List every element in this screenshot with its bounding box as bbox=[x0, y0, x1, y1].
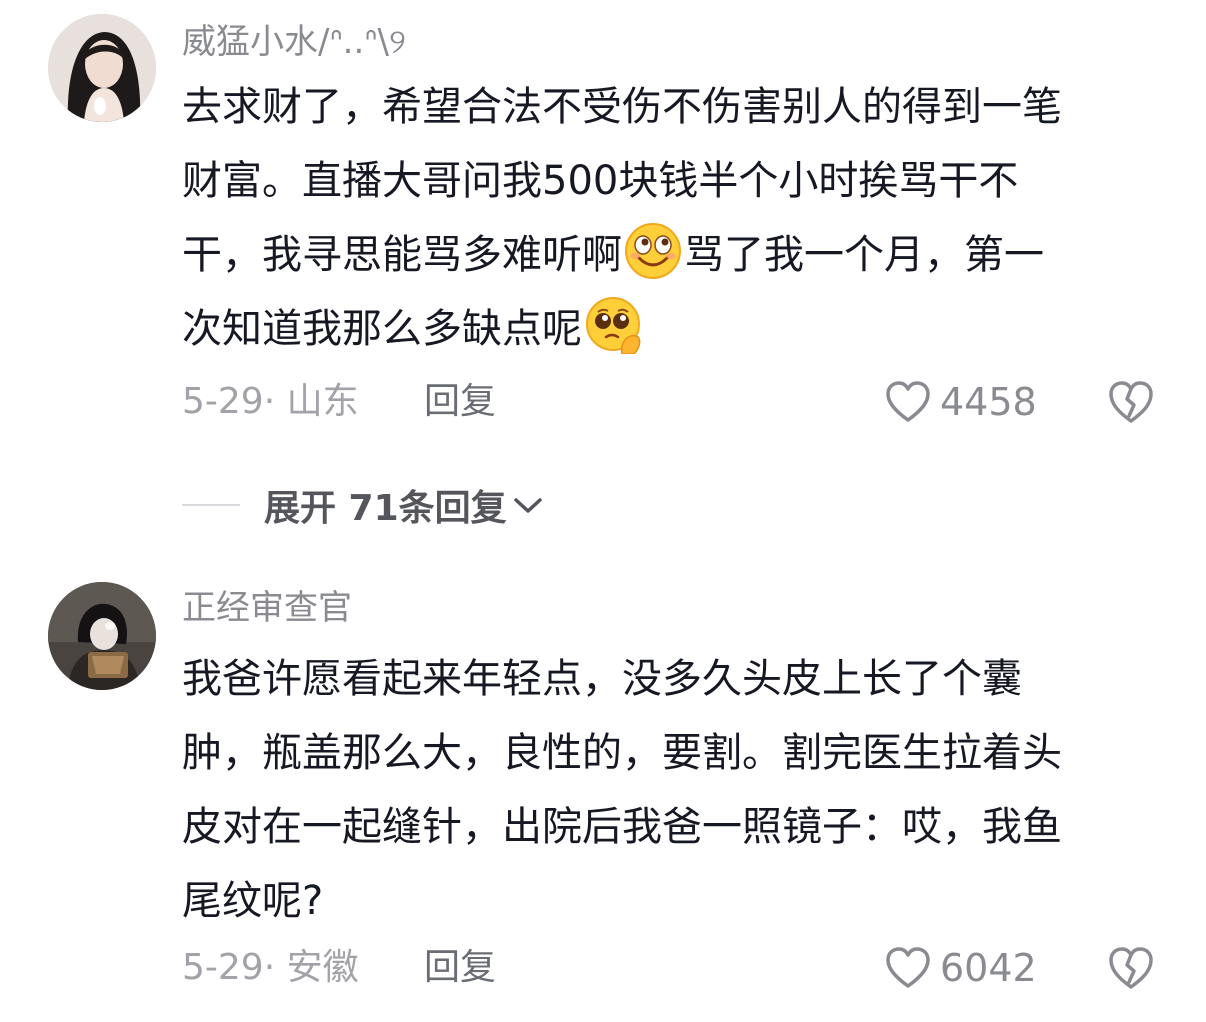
expand-replies-label: 展开 71条回复 bbox=[264, 488, 507, 529]
avatar[interactable] bbox=[48, 14, 156, 122]
comment-line: 去求财了，希望合法不受伤不伤害别人的得到一笔 bbox=[182, 84, 1062, 130]
comment-line: 财富。直播大哥问我500块钱半个小时挨骂干不 bbox=[182, 158, 1019, 204]
like-count: 4458 bbox=[940, 380, 1037, 424]
comment-line: 干，我寻思能骂多难听啊 骂了我一个月，第一 bbox=[182, 218, 1172, 292]
dislike-button[interactable] bbox=[1106, 378, 1156, 426]
comment-line-text: 骂了我一个月，第一 bbox=[684, 232, 1044, 278]
comment-line: 皮对在一起缝针，出院后我爸一照镜子：哎，我鱼 bbox=[182, 804, 1062, 850]
comment-date-location: 5-29· 山东 bbox=[182, 381, 359, 422]
comment-date-location: 5-29· 安徽 bbox=[182, 947, 359, 988]
comment-line-text: 干，我寻思能骂多难听啊 bbox=[182, 232, 622, 278]
comment-text: 去求财了，希望合法不受伤不伤害别人的得到一笔 财富。直播大哥问我500块钱半个小… bbox=[182, 70, 1172, 366]
expand-replies-button[interactable]: 展开 71条回复 bbox=[182, 480, 545, 530]
comment-line-text: 次知道我那么多缺点呢 bbox=[182, 306, 582, 352]
heart-outline-icon bbox=[884, 946, 932, 990]
dislike-button[interactable] bbox=[1106, 944, 1156, 992]
like-button[interactable]: 4458 bbox=[884, 380, 1037, 424]
comment-line: 尾纹呢? bbox=[182, 878, 324, 924]
comment-line: 次知道我那么多缺点呢 bbox=[182, 292, 1172, 366]
reply-button[interactable]: 回复 bbox=[424, 946, 496, 990]
avatar[interactable] bbox=[48, 582, 156, 690]
chevron-down-icon bbox=[507, 492, 545, 518]
pleading-face-emoji bbox=[584, 296, 642, 355]
grinning-rolling-eyes-emoji bbox=[624, 222, 682, 280]
comment-text: 我爸许愿看起来年轻点，没多久头皮上长了个囊 肿，瓶盖那么大，良性的，要割。割完医… bbox=[182, 642, 1172, 938]
avatar-image bbox=[48, 582, 156, 690]
reply-button[interactable]: 回复 bbox=[424, 380, 496, 424]
broken-heart-icon bbox=[1106, 378, 1156, 426]
avatar-image bbox=[48, 14, 156, 122]
divider-line bbox=[182, 504, 240, 506]
like-button[interactable]: 6042 bbox=[884, 946, 1037, 990]
comment-line: 肿，瓶盖那么大，良性的，要割。割完医生拉着头 bbox=[182, 730, 1062, 776]
heart-outline-icon bbox=[884, 380, 932, 424]
comment-line: 我爸许愿看起来年轻点，没多久头皮上长了个囊 bbox=[182, 656, 1022, 702]
like-count: 6042 bbox=[940, 946, 1037, 990]
username[interactable]: 威猛小水/ᐢ..ᐢ\୨ bbox=[182, 20, 406, 64]
broken-heart-icon bbox=[1106, 944, 1156, 992]
username[interactable]: 正经审查官 bbox=[182, 586, 352, 630]
